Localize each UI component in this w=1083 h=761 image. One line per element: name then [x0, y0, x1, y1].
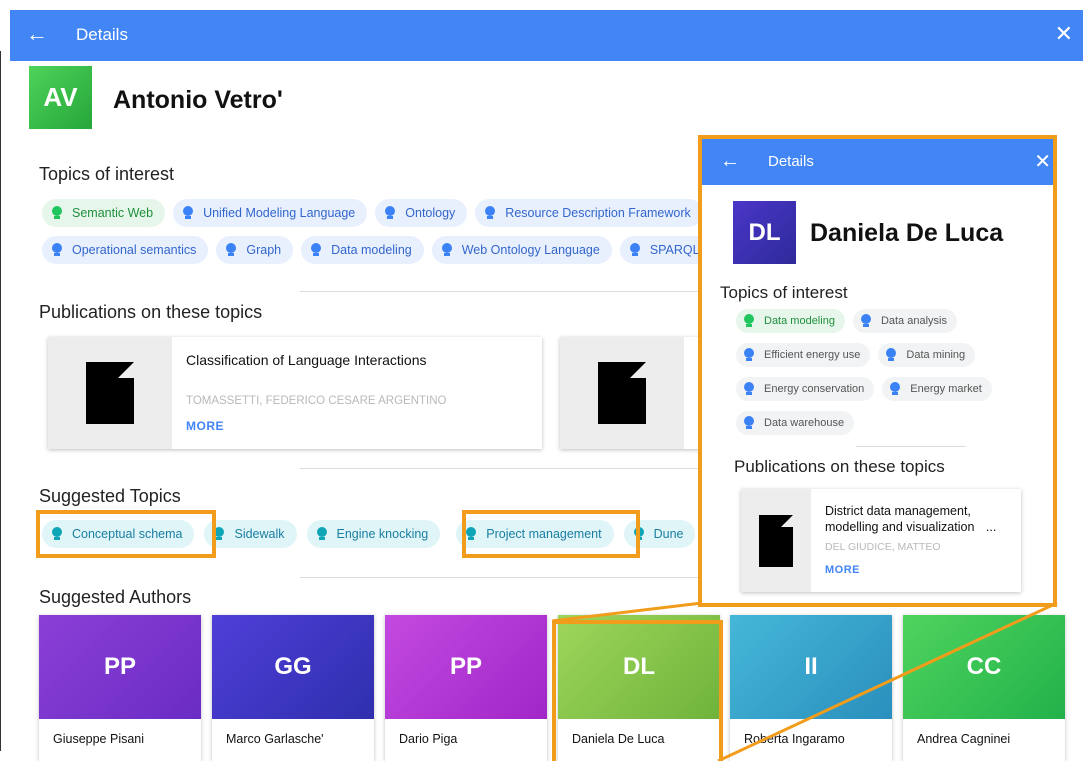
back-arrow-icon[interactable]: ←: [720, 150, 740, 173]
popup-profile-avatar: DL: [733, 201, 796, 264]
lightbulb-icon: [744, 416, 754, 430]
lightbulb-icon: [744, 382, 754, 396]
popup-topics-row: Data modeling Data analysis: [736, 309, 957, 333]
topic-chip[interactable]: Energy market: [882, 377, 992, 401]
publication-thumbnail: [741, 489, 811, 592]
popup-topics-title: Topics of interest: [720, 283, 848, 302]
topic-label: Data analysis: [880, 315, 947, 327]
lightbulb-icon: [744, 348, 754, 362]
lightbulb-icon: [886, 348, 897, 362]
topic-label: Data mining: [906, 349, 966, 361]
publication-title-line: District data management,: [825, 504, 971, 518]
publication-title: District data management, modelling and …: [825, 503, 996, 535]
popup-publications-title: Publications on these topics: [734, 457, 945, 476]
details-popup: ← Details ✕ DL Daniela De Luca Topics of…: [698, 135, 1057, 607]
topic-chip[interactable]: Efficient energy use: [736, 343, 871, 367]
topic-chip[interactable]: Data modeling: [736, 309, 845, 333]
popup-topics-row: Data warehouse: [736, 411, 855, 435]
publication-title-line: modelling and visualization: [825, 520, 975, 534]
topic-label: Data warehouse: [764, 417, 845, 429]
topic-chip[interactable]: Data analysis: [852, 309, 957, 333]
ellipsis-text: ...: [985, 520, 997, 534]
highlight-box: [552, 620, 723, 761]
close-icon[interactable]: ✕: [1034, 149, 1051, 174]
popup-header-title: Details: [768, 153, 814, 170]
topic-label: Efficient energy use: [764, 349, 861, 361]
callout-line: [717, 601, 1058, 761]
popup-publication-card[interactable]: District data management, modelling and …: [741, 489, 1021, 592]
callout-line: [551, 601, 703, 623]
document-icon: [759, 514, 793, 567]
publication-body: District data management, modelling and …: [811, 489, 1021, 592]
lightbulb-icon: [744, 314, 754, 328]
lightbulb-icon: [890, 382, 901, 396]
more-button[interactable]: MORE: [825, 564, 860, 576]
topic-chip[interactable]: Energy conservation: [736, 377, 875, 401]
topic-label: Energy market: [910, 383, 982, 395]
divider: [856, 446, 966, 447]
topic-label: Data modeling: [764, 315, 835, 327]
popup-profile-name: Daniela De Luca: [810, 219, 1004, 247]
popup-header-bar: ← Details ✕: [702, 139, 1053, 185]
topic-chip[interactable]: Data warehouse: [736, 411, 855, 435]
topic-chip[interactable]: Data mining: [878, 343, 976, 367]
topic-label: Energy conservation: [764, 383, 865, 395]
publication-authors: DEL GIUDICE, MATTEO: [825, 541, 941, 553]
popup-topics-row: Efficient energy use Data mining: [736, 343, 976, 367]
lightbulb-icon: [860, 314, 871, 328]
popup-topics-row: Energy conservation Energy market: [736, 377, 992, 401]
